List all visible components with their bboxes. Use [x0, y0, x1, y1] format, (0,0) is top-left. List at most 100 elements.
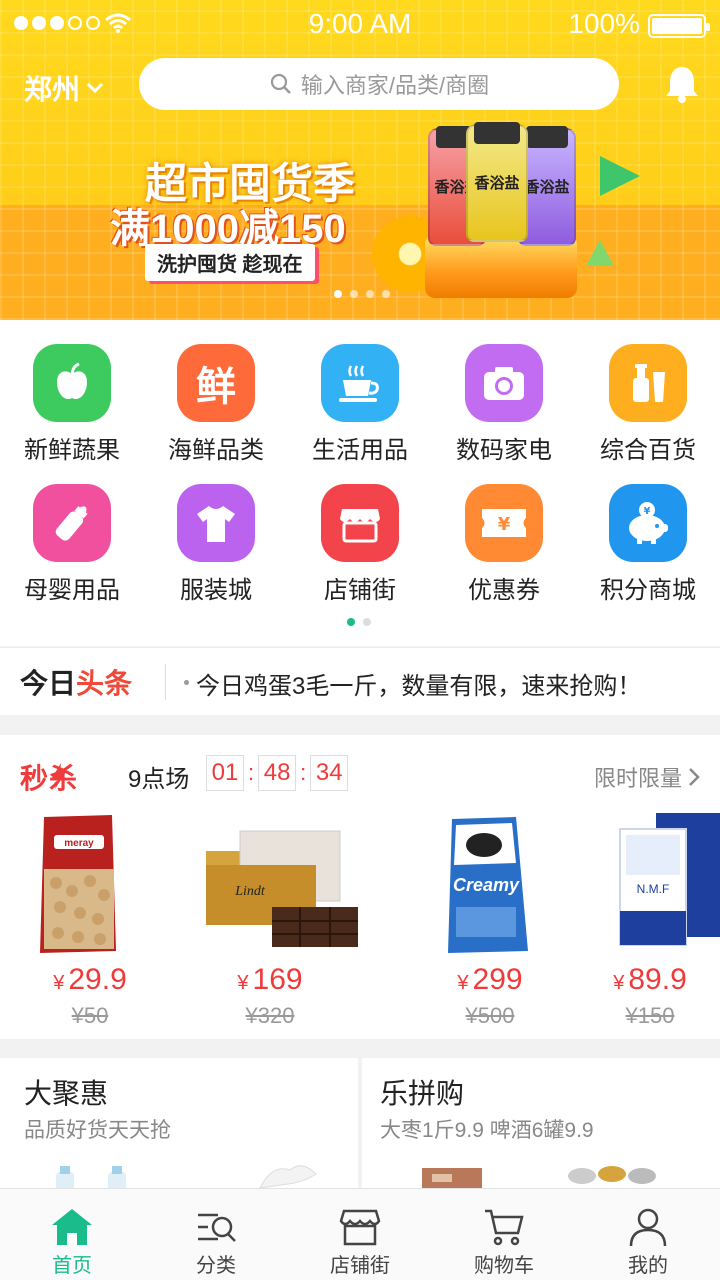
seckill-title: 秒杀 [20, 757, 78, 797]
tshirt-icon [177, 484, 255, 562]
product-old-price: ¥500 [465, 1003, 515, 1028]
seckill-product[interactable]: meray ¥29.9 ¥50 [0, 811, 180, 1041]
seckill-product[interactable]: Lindt ¥169 ¥320 [180, 811, 360, 1041]
category-seafood[interactable]: 鲜 海鲜品类 [144, 344, 288, 465]
svg-text:¥: ¥ [644, 506, 651, 517]
seckill-session: 9点场 [128, 766, 190, 793]
baby-bottle-icon [33, 484, 111, 562]
bell-icon[interactable] [664, 64, 700, 104]
triangle-decoration [586, 240, 614, 266]
category-pagination [347, 618, 371, 626]
category-label: 新鲜蔬果 [24, 437, 120, 464]
tab-label: 首页 [52, 1255, 92, 1277]
category-label: 母婴用品 [24, 577, 120, 604]
svg-text:Creamy: Creamy [453, 875, 520, 895]
city-selector[interactable]: 郑州 [24, 68, 104, 108]
bottle-label: 香浴盐 [524, 179, 570, 196]
seckill-more-link[interactable]: 限时限量 [594, 761, 700, 793]
svg-text:N.M.F: N.M.F [637, 882, 670, 896]
banner-pagination [334, 290, 390, 298]
category-label: 综合百货 [600, 437, 696, 464]
bottle-label: 香浴盐 [474, 175, 520, 192]
tab-store-street[interactable]: 店铺街 [288, 1189, 432, 1280]
timer-colon: : [248, 760, 255, 785]
promo-title: 乐拼购 [380, 1078, 465, 1109]
seckill-title-text: 秒杀 [20, 763, 79, 794]
home-icon [52, 1209, 92, 1245]
category-daily-goods[interactable]: 生活用品 [288, 344, 432, 465]
headline-logo-b: 头条 [76, 668, 133, 699]
triangle-decoration [600, 156, 640, 196]
tab-mine[interactable]: 我的 [576, 1189, 720, 1280]
currency-symbol: ¥ [237, 972, 249, 994]
category-general[interactable]: 综合百货 [576, 344, 720, 465]
chevron-right-icon [689, 768, 700, 786]
category-label: 海鲜品类 [168, 437, 264, 464]
tab-cart[interactable]: 购物车 [432, 1189, 576, 1280]
category-baby[interactable]: 母婴用品 [0, 484, 144, 605]
countdown-minutes: 48 [258, 755, 297, 791]
tab-label: 店铺街 [330, 1255, 390, 1277]
headline-logo: 今日头条 [20, 662, 132, 702]
tab-label: 分类 [196, 1255, 236, 1277]
tab-category[interactable]: 分类 [144, 1189, 288, 1280]
battery-icon [648, 14, 710, 38]
bullet-icon [184, 680, 189, 685]
lightning-icon [52, 763, 66, 789]
promo-products-image [56, 1165, 317, 1188]
headline-logo-a: 今日 [20, 668, 77, 699]
category-store-street[interactable]: 店铺街 [288, 484, 432, 605]
seckill-product[interactable]: N.M.F ¥89.9 ¥150 [580, 811, 720, 1041]
search-icon [270, 73, 291, 94]
category-fresh-fruit[interactable]: 新鲜蔬果 [0, 344, 144, 465]
tab-home[interactable]: 首页 [0, 1189, 144, 1280]
countdown-seconds: 34 [310, 755, 349, 791]
store-icon [321, 484, 399, 562]
category-label: 积分商城 [600, 577, 696, 604]
promo-card-group-buy[interactable]: 乐拼购 大枣1斤9.9 啤酒6罐9.9 [362, 1058, 720, 1188]
promo-banner[interactable]: 9:00 AM 100% 郑州 输入商家/品类/商圈 超市囤货季 满1000减1… [0, 0, 720, 320]
bottles-icon [609, 344, 687, 422]
product-price: ¥169 [180, 963, 360, 997]
svg-text:Lindt: Lindt [234, 884, 266, 899]
coupon-icon: ¥ [465, 484, 543, 562]
seckill-product[interactable]: Creamy ¥299 ¥500 [400, 811, 580, 1041]
promo-subtitle: 大枣1斤9.9 啤酒6罐9.9 [380, 1119, 594, 1142]
promo-card-big-deals[interactable]: 大聚惠 品质好货天天抢 [0, 1058, 358, 1188]
chevron-down-icon [86, 82, 104, 94]
piggy-bank-icon: ¥ [609, 484, 687, 562]
category-search-icon [198, 1213, 236, 1242]
headline-bar[interactable]: 今日头条 今日鸡蛋3毛一斤，数量有限，速来抢购！ [0, 647, 720, 715]
seckill-section: 秒杀 9点场 01 : 48 : 34 限时限量 meray ¥29.9 ¥50… [0, 735, 720, 1039]
promo-products-image [422, 1166, 656, 1188]
product-price: ¥29.9 [0, 963, 180, 997]
cart-icon [485, 1209, 524, 1246]
product-old-price: ¥320 [245, 1003, 295, 1028]
city-name: 郑州 [24, 74, 81, 105]
milk-powder-image: Creamy [448, 817, 528, 953]
status-bar: 9:00 AM 100% [0, 0, 720, 50]
category-digital[interactable]: 数码家电 [432, 344, 576, 465]
bottom-tab-bar: 首页 分类 店铺街 购物车 我的 [0, 1188, 720, 1280]
product-price: ¥89.9 [580, 963, 720, 997]
svg-text:¥: ¥ [498, 514, 511, 535]
battery-percent: 100% [568, 8, 640, 39]
tab-label: 购物车 [474, 1255, 534, 1277]
category-label: 服装城 [180, 577, 252, 604]
store-icon [339, 1209, 381, 1246]
banner-tag: 洗护囤货 趁现在 [145, 244, 315, 281]
category-grid: 新鲜蔬果 鲜 海鲜品类 生活用品 数码家电 综合百货 母婴用品 服装城 店铺街 … [0, 320, 720, 646]
category-label: 优惠券 [468, 577, 540, 604]
fresh-char-icon: 鲜 [177, 344, 255, 422]
countdown-timer: 01 : 48 : 34 [206, 755, 349, 791]
face-mask-image: N.M.F [619, 813, 720, 946]
category-label: 生活用品 [312, 437, 408, 464]
svg-text:meray: meray [64, 838, 94, 849]
category-points-mall[interactable]: ¥ 积分商城 [576, 484, 720, 605]
category-coupon[interactable]: ¥ 优惠券 [432, 484, 576, 605]
headline-text[interactable]: 今日鸡蛋3毛一斤，数量有限，速来抢购！ [196, 666, 641, 701]
category-clothing[interactable]: 服装城 [144, 484, 288, 605]
currency-symbol: ¥ [457, 972, 469, 994]
more-label: 限时限量 [593, 766, 682, 791]
search-input[interactable]: 输入商家/品类/商圈 [139, 58, 619, 110]
